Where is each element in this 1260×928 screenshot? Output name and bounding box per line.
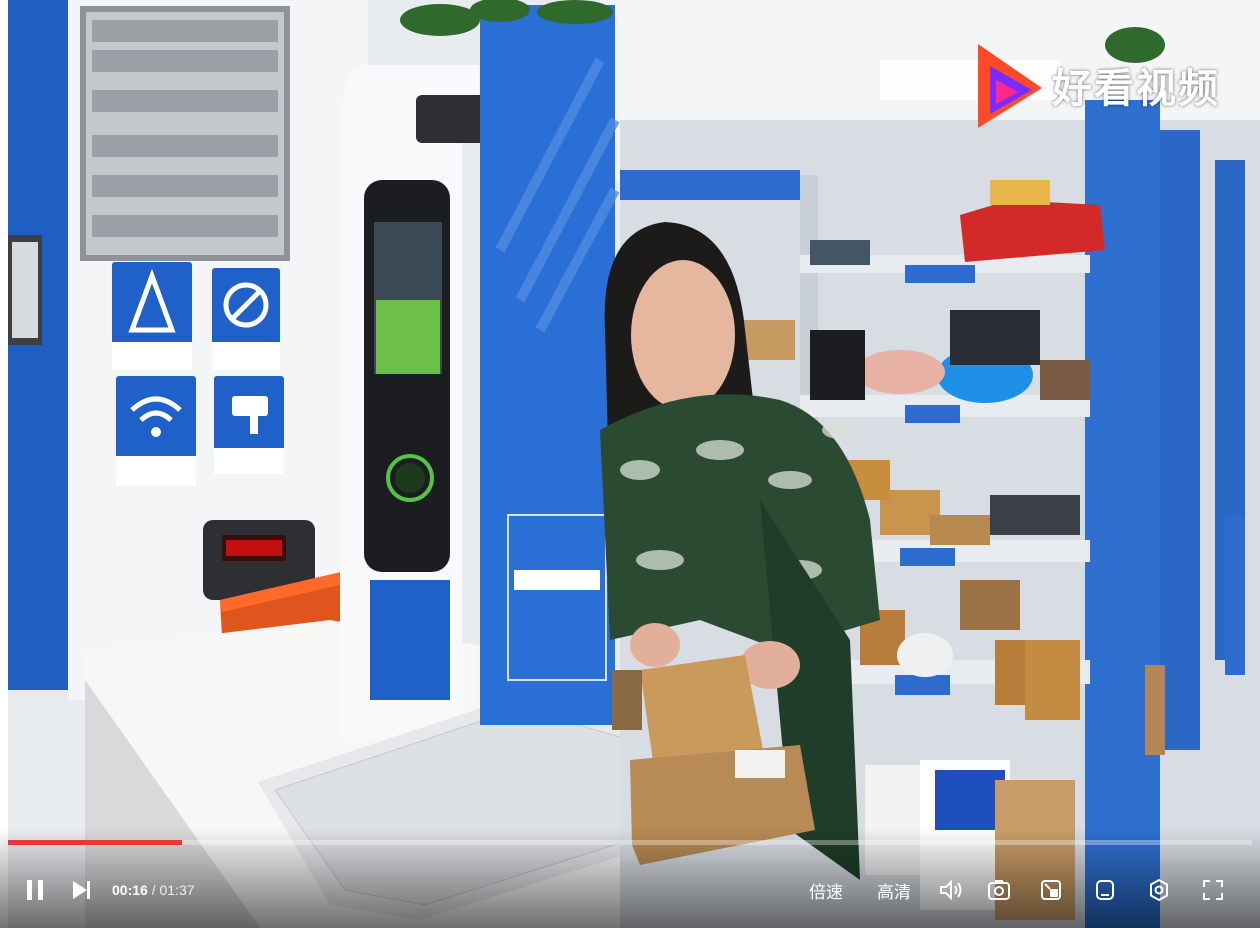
mini-window-button[interactable]	[1088, 877, 1122, 903]
screenshot-button[interactable]	[982, 877, 1016, 903]
mini-window-icon	[1096, 880, 1114, 900]
progress-played	[8, 840, 183, 845]
haokan-play-logo-icon	[978, 44, 1042, 128]
volume-button[interactable]	[934, 878, 968, 902]
pip-button[interactable]	[1034, 877, 1068, 903]
speed-label: 倍速	[809, 882, 843, 903]
watermark: 好看视频	[976, 40, 1220, 130]
controls-right: 倍速 高清	[806, 868, 1230, 912]
speed-button[interactable]: 倍速	[806, 878, 846, 903]
total-time: 01:37	[159, 882, 195, 898]
video-frame[interactable]	[0, 0, 1260, 928]
quality-label: 高清	[877, 882, 911, 903]
controls-left: 00:16 / 01:37	[18, 868, 195, 912]
video-scene	[0, 0, 1260, 928]
settings-button[interactable]	[1142, 877, 1176, 903]
quality-button[interactable]: 高清	[874, 878, 914, 903]
next-button[interactable]	[62, 877, 102, 903]
pause-icon	[27, 880, 43, 900]
settings-icon	[1150, 878, 1168, 902]
progress-bar[interactable]	[8, 840, 1252, 845]
fullscreen-button[interactable]	[1196, 877, 1230, 903]
watermark-brand-text: 好看视频	[1052, 66, 1220, 112]
fullscreen-icon	[1203, 880, 1223, 900]
time-separator: /	[147, 882, 160, 898]
next-icon	[73, 881, 90, 899]
video-player[interactable]: 好看视频 00:16 / 01:37 倍速 高清	[0, 0, 1260, 928]
pip-icon	[1041, 880, 1061, 900]
pause-button[interactable]	[18, 877, 52, 903]
volume-icon	[940, 879, 962, 901]
screenshot-icon	[988, 880, 1010, 900]
current-time: 00:16	[112, 882, 148, 898]
time-display: 00:16 / 01:37	[112, 882, 195, 898]
